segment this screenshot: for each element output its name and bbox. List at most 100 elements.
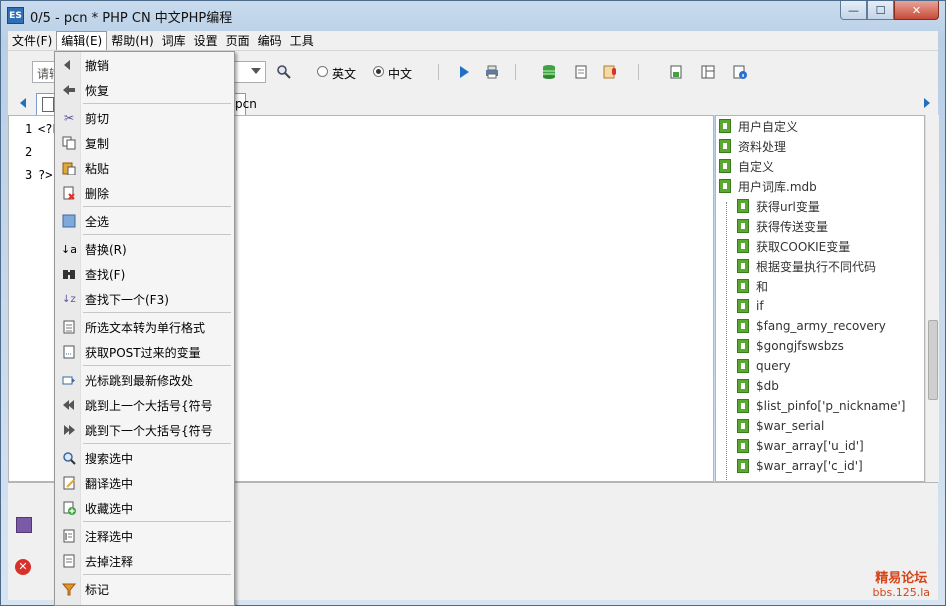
toolbar-separator [438,64,439,80]
tree-node[interactable]: 和 [737,276,768,296]
menu-dictionary[interactable]: 词库 [158,31,190,51]
tree-scrollbar[interactable] [925,115,939,482]
menu-item-uncomment[interactable]: 去掉注释 [55,550,234,572]
scrollbar-thumb[interactable] [928,320,938,400]
menu-page[interactable]: 页面 [222,31,254,51]
tree-node[interactable]: if [737,296,764,316]
radio-chinese[interactable] [373,66,384,77]
menu-item-label: 光标跳到最新修改处 [85,373,194,388]
tree-node[interactable]: $war_array['c_id'] [737,456,863,476]
menu-edit[interactable]: 编辑(E) [56,31,108,50]
tree-node-label: 自定义 [738,159,775,174]
toolbar-separator [638,64,639,80]
menu-item-paste[interactable]: 粘贴 [55,157,234,179]
line-number: 1 [25,122,33,136]
menu-encoding[interactable]: 编码 [254,31,286,51]
menu-settings[interactable]: 设置 [190,31,222,51]
snippet-icon [737,299,749,313]
watermark-title: 精易论坛 [875,571,928,586]
tree-node[interactable]: $war_array['u_id'] [737,436,864,456]
tree-node-label: 用户词库.mdb [738,179,817,194]
scissors-icon: ✂ [63,111,75,125]
menu-item-delete[interactable]: 删除 [55,182,234,204]
tree-node[interactable]: 资料处理 [719,136,786,156]
print-icon[interactable] [484,64,500,80]
layout-icon[interactable] [700,64,716,80]
tree-node[interactable]: query [737,356,791,376]
tree-node[interactable]: 自定义 [719,156,774,176]
menu-tools[interactable]: 工具 [286,31,318,51]
menu-separator [83,365,231,366]
tree-node[interactable]: $gongjfswsbzs [737,336,844,356]
menu-item-jump-cursor[interactable]: 光标跳到最新修改处 [55,369,234,391]
code-line[interactable]: ?> [38,168,52,182]
snippet-icon [737,399,749,413]
export-icon[interactable] [16,517,32,533]
menu-item-undo[interactable]: 撤销 [55,54,234,76]
tree-node[interactable]: $fang_army_recovery [737,316,886,336]
tree-node[interactable]: $list_pinfo['p_nickname'] [737,396,905,416]
run-icon[interactable] [456,64,472,80]
menu-item-replace[interactable]: ↓a 替换(R) [55,238,234,260]
tree-node[interactable]: 获取COOKIE变量 [737,236,850,256]
tree-node[interactable]: 获得传送变量 [737,216,828,236]
menu-separator [83,574,231,575]
snippet-icon [737,359,749,373]
menu-item-post-vars[interactable]: 获取POST过来的变量 [55,341,234,363]
menu-item-select-all[interactable]: 全选 [55,210,234,232]
tree-node[interactable]: 用户词库.mdb [719,176,817,196]
document-icon[interactable] [573,64,589,80]
tree-node[interactable]: 根据变量执行不同代码 [737,256,876,276]
tree-node[interactable]: $war_serial [737,416,824,436]
window-title: 0/5 - pcn * PHP CN 中文PHP编程 [30,11,233,26]
menu-item-label: 剪切 [85,111,110,126]
menu-item-mark[interactable]: 标记 [55,578,234,600]
menu-item-translate-selection[interactable]: 翻译选中 [55,472,234,494]
menu-item-redo[interactable]: 恢复 [55,79,234,101]
tree-node[interactable]: 用户自定义 [719,116,798,136]
tree-node[interactable]: $db [737,376,779,396]
snippet-icon [737,419,749,433]
line-number: 3 [25,168,33,182]
menu-bar: 文件(F) 编辑(E) 帮助(H) 词库 设置 页面 编码 工具 [8,31,938,51]
menu-file[interactable]: 文件(F) [8,31,56,51]
lock-document-icon[interactable] [668,64,684,80]
zoom-icon[interactable] [276,64,292,80]
chevron-down-icon[interactable] [251,68,261,74]
menu-item-favorite-selection[interactable]: 收藏选中 [55,497,234,519]
tree-node-label: $war_serial [756,419,825,433]
tab-scroll-right-icon[interactable] [924,98,930,108]
database-icon[interactable] [541,64,557,80]
tree-node[interactable]: 获得url变量 [737,196,820,216]
close-circle-icon[interactable]: ✕ [15,559,31,575]
menu-item-next-brace[interactable]: 跳到下一个大括号{符号 [55,419,234,441]
minimize-button[interactable]: — [840,1,867,20]
microphone-icon[interactable] [603,64,619,80]
watermark: 精易论坛 bbs.125.la [873,567,930,599]
maximize-button[interactable]: ☐ [867,1,894,20]
paste-icon [61,160,77,176]
radio-english[interactable] [317,66,328,77]
info-icon[interactable] [732,64,748,80]
menu-item-prev-brace[interactable]: 跳到上一个大括号{符号 [55,394,234,416]
menu-item-find-next[interactable]: ↓z 查找下一个(F3) [55,288,234,310]
tab-scroll-left-icon[interactable] [20,98,26,108]
menu-item-label: 跳到下一个大括号{符号 [85,423,213,438]
menu-item-single-line[interactable]: 所选文本转为单行格式 [55,316,234,338]
snippet-tree: 用户自定义 资料处理 自定义 用户词库.mdb 获得url变量 获得传送变量 获… [715,115,925,482]
menu-item-copy[interactable]: 复制 [55,132,234,154]
find-next-icon: ↓z [62,293,76,305]
close-button[interactable]: ✕ [894,1,939,20]
snippet-icon [737,459,749,473]
window-controls: — ☐ ✕ [840,1,939,20]
menu-help[interactable]: 帮助(H) [107,31,157,51]
menu-item-search-selection[interactable]: 搜索选中 [55,447,234,469]
menu-item-label: 粘贴 [85,161,110,176]
menu-item-label: 跳到上一个大括号{符号 [85,398,213,413]
menu-item-comment-selection[interactable]: 注释选中 [55,525,234,547]
menu-item-cut[interactable]: ✂ 剪切 [55,107,234,129]
snippet-icon [737,259,749,273]
menu-item-label: 获取POST过来的变量 [85,345,201,360]
menu-item-find[interactable]: 查找(F) [55,263,234,285]
search-icon [61,450,77,466]
